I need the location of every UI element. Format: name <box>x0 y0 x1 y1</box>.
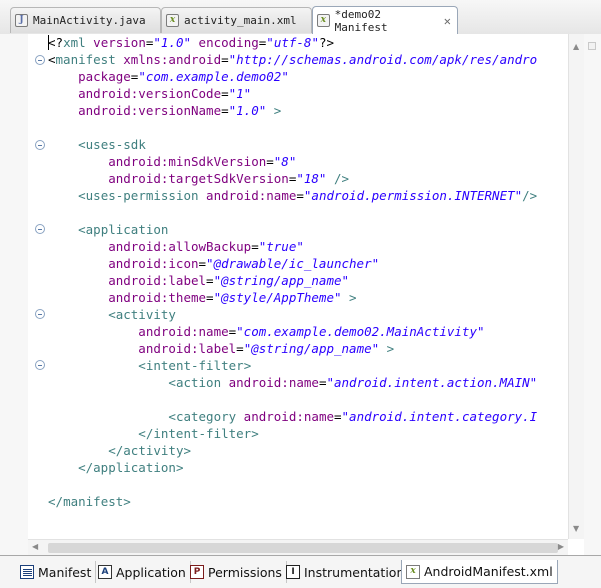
vertical-scrollbar[interactable]: ▲ ▼ <box>568 34 585 539</box>
code-line: android:minSdkVersion="8" <box>48 154 297 169</box>
tab-instrumentation[interactable]: I Instrumentation <box>282 561 410 583</box>
tab-label: *demo02 Manifest <box>334 7 388 34</box>
code-line: package="com.example.demo02" <box>48 69 289 84</box>
scroll-left-icon[interactable]: ◀ <box>32 542 38 551</box>
manifest-editor-tabs: Manifest A Application P Permissions I I… <box>0 555 601 588</box>
code-line: android:icon="@drawable/ic_launcher" <box>48 256 380 271</box>
fold-collapse-icon[interactable] <box>35 360 45 370</box>
tab-label: activity_main.xml <box>184 14 297 27</box>
tab-main-activity-java[interactable]: J MainActivity.java <box>10 7 161 33</box>
left-ruler <box>0 34 28 555</box>
scroll-right-icon[interactable]: ▶ <box>558 542 564 551</box>
tab-application[interactable]: A Application <box>94 561 191 583</box>
code-line: <application <box>48 222 169 237</box>
code-line: <action android:name="android.intent.act… <box>48 375 538 390</box>
code-line: <intent-filter> <box>48 358 252 373</box>
code-line: android:allowBackup="true" <box>48 239 304 254</box>
code-line: </application> <box>48 460 184 475</box>
tab-permissions[interactable]: P Permissions <box>186 561 287 583</box>
fold-collapse-icon[interactable] <box>35 224 45 234</box>
code-line: android:versionName="1.0" > <box>48 103 282 118</box>
horizontal-scroll-thumb[interactable] <box>48 543 558 553</box>
code-line: <activity <box>48 307 176 322</box>
horizontal-scrollbar[interactable]: ◀ ▶ <box>28 539 568 556</box>
xml-file-icon: x <box>166 14 179 27</box>
code-line: android:versionCode="1" <box>48 86 252 101</box>
code-line: </intent-filter> <box>48 426 259 441</box>
overview-marker <box>588 42 596 50</box>
tab-demo02-manifest[interactable]: x *demo02 Manifest ✕ <box>312 6 458 34</box>
tab-label: AndroidManifest.xml <box>424 564 553 579</box>
code-line: android:targetSdkVersion="18" /> <box>48 171 350 186</box>
text-cursor <box>48 35 49 50</box>
xml-file-icon: x <box>406 564 420 579</box>
code-line: <uses-permission android:name="android.p… <box>48 188 538 203</box>
scroll-up-icon[interactable]: ▲ <box>573 42 579 51</box>
code-area[interactable]: <?xml version="1.0" encoding="utf-8"?> <… <box>48 34 568 539</box>
tab-label: Manifest <box>38 564 92 580</box>
manifest-icon <box>20 565 34 579</box>
tab-label: Instrumentation <box>304 564 405 580</box>
scroll-down-icon[interactable]: ▼ <box>573 524 579 533</box>
tab-label: Permissions <box>208 564 282 580</box>
code-line: </manifest> <box>48 494 131 509</box>
code-line: android:name="com.example.demo02.MainAct… <box>48 324 485 339</box>
tab-activity-main-xml[interactable]: x activity_main.xml <box>161 7 312 33</box>
overview-ruler <box>584 34 601 555</box>
code-line: <?xml version="1.0" encoding="utf-8"?> <box>48 35 335 50</box>
close-icon[interactable]: ✕ <box>444 14 451 28</box>
code-line: <uses-sdk <box>48 137 146 152</box>
fold-collapse-icon[interactable] <box>35 140 45 150</box>
editor-tab-bar: J MainActivity.java x activity_main.xml … <box>0 0 601 35</box>
permissions-icon: P <box>190 565 204 579</box>
fold-collapse-icon[interactable] <box>35 309 45 319</box>
tab-manifest[interactable]: Manifest <box>16 561 97 583</box>
code-line: <manifest xmlns:android="http://schemas.… <box>48 52 538 67</box>
code-line: android:label="@string/app_name" > <box>48 341 395 356</box>
code-line: android:label="@string/app_name" <box>48 273 350 288</box>
tab-label: Application <box>116 564 186 580</box>
code-line: android:theme="@style/AppTheme" > <box>48 290 357 305</box>
java-file-icon: J <box>15 14 28 27</box>
application-icon: A <box>98 565 112 579</box>
code-line: <category android:name="android.intent.c… <box>48 409 538 424</box>
tab-label: MainActivity.java <box>33 14 146 27</box>
fold-collapse-icon[interactable] <box>35 55 45 65</box>
code-line: </activity> <box>48 443 192 458</box>
tab-android-manifest-xml[interactable]: x AndroidManifest.xml <box>401 560 558 584</box>
xml-file-icon: x <box>317 14 330 27</box>
instrumentation-icon: I <box>286 565 300 579</box>
